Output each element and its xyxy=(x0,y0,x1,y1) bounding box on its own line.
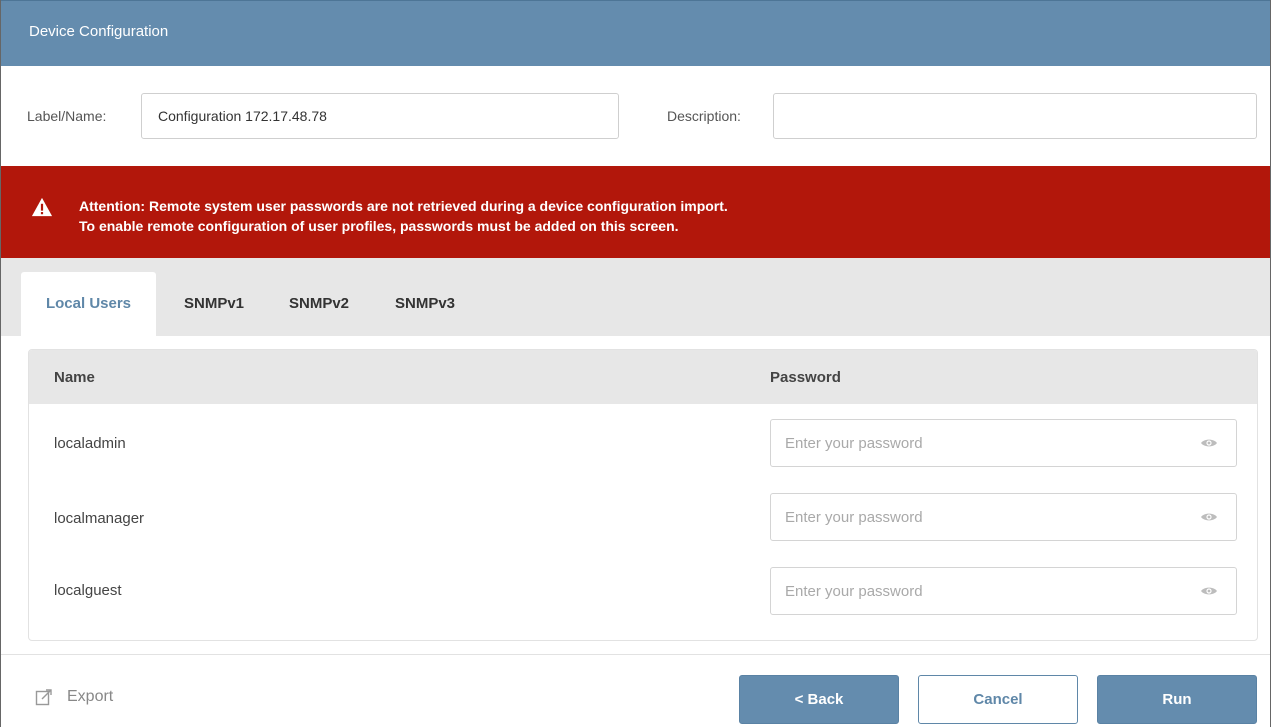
attention-banner: Attention: Remote system user passwords … xyxy=(1,166,1270,258)
attention-text-line-2: To enable remote configuration of user p… xyxy=(79,218,679,234)
password-input-localmanager[interactable] xyxy=(771,494,1171,540)
tab-snmpv2[interactable]: SNMPv2 xyxy=(273,272,365,336)
column-header-password: Password xyxy=(770,369,841,386)
user-name-localmanager: localmanager xyxy=(54,510,145,527)
tab-local-users[interactable]: Local Users xyxy=(21,272,156,336)
label-name-input[interactable] xyxy=(141,93,619,139)
tab-snmpv1[interactable]: SNMPv1 xyxy=(169,272,259,336)
user-name-localadmin: localadmin xyxy=(54,435,126,452)
show-password-eye-icon[interactable] xyxy=(1200,585,1218,597)
password-field-localadmin xyxy=(770,419,1237,467)
tab-bar: Local Users SNMPv1 SNMPv2 SNMPv3 xyxy=(1,258,1270,336)
password-field-localguest xyxy=(770,567,1237,615)
tab-snmpv3[interactable]: SNMPv3 xyxy=(379,272,471,336)
run-button[interactable]: Run xyxy=(1097,675,1257,724)
show-password-eye-icon[interactable] xyxy=(1200,437,1218,449)
description-label: Description: xyxy=(667,108,741,124)
local-users-table: Name Password localadmin localmanager lo… xyxy=(28,349,1258,641)
label-name-label: Label/Name: xyxy=(27,108,107,124)
warning-triangle-icon xyxy=(31,197,53,217)
back-button[interactable]: < Back xyxy=(739,675,899,724)
export-icon xyxy=(35,689,52,706)
user-name-localguest: localguest xyxy=(54,582,122,599)
title-bar: Device Configuration xyxy=(1,0,1270,66)
description-input[interactable] xyxy=(773,93,1257,139)
device-configuration-dialog: Device Configuration Label/Name: Descrip… xyxy=(0,0,1271,727)
footer-divider xyxy=(1,654,1270,655)
attention-text-line-1: Attention: Remote system user passwords … xyxy=(79,198,728,214)
password-field-localmanager xyxy=(770,493,1237,541)
show-password-eye-icon[interactable] xyxy=(1200,511,1218,523)
password-input-localguest[interactable] xyxy=(771,568,1171,614)
export-label: Export xyxy=(67,688,114,705)
table-header: Name Password xyxy=(29,350,1257,404)
dialog-title: Device Configuration xyxy=(29,23,169,40)
cancel-button[interactable]: Cancel xyxy=(918,675,1078,724)
name-description-row: Label/Name: Description: xyxy=(1,66,1270,166)
column-header-name: Name xyxy=(54,369,95,386)
export-link[interactable]: Export xyxy=(35,685,113,709)
password-input-localadmin[interactable] xyxy=(771,420,1171,466)
